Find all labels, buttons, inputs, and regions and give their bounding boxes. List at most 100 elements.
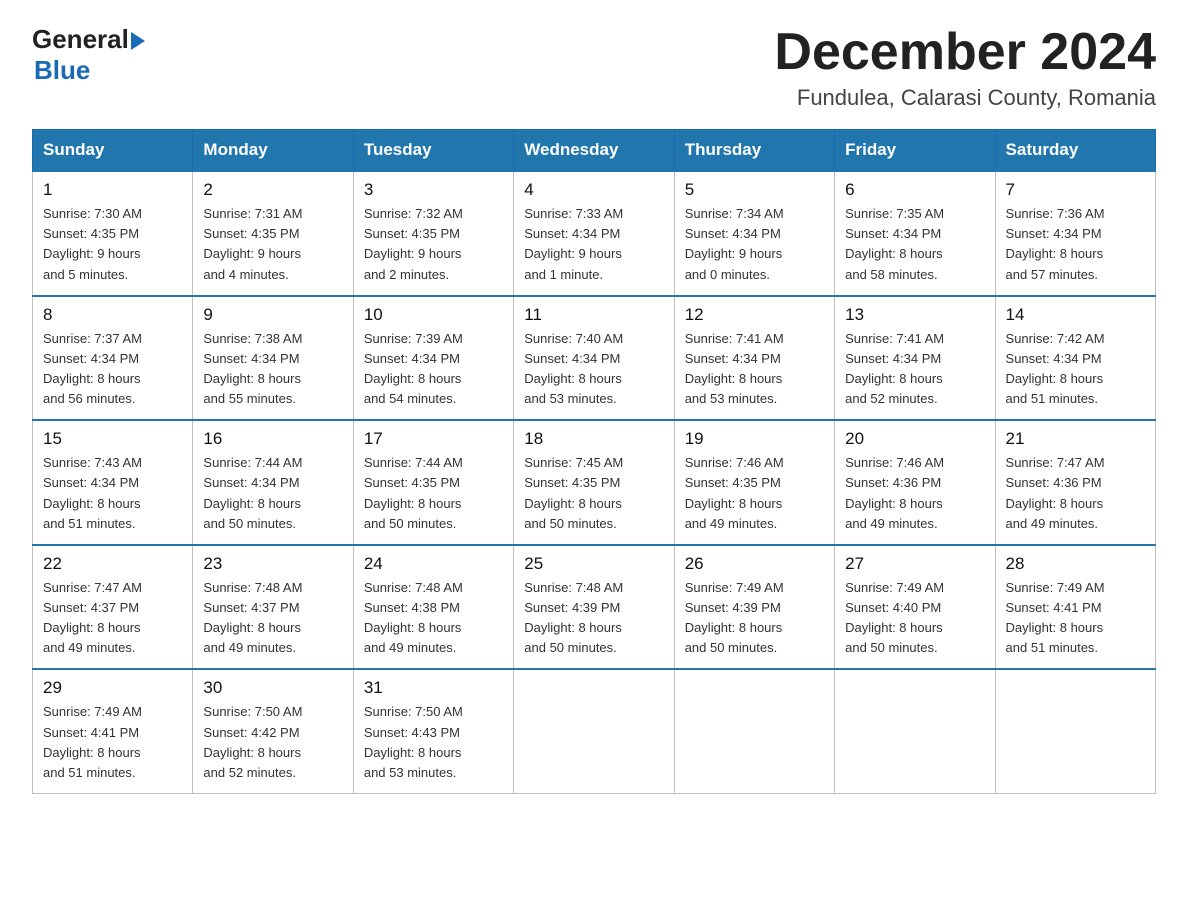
- day-info: Sunrise: 7:30 AMSunset: 4:35 PMDaylight:…: [43, 206, 142, 281]
- day-number: 30: [203, 678, 342, 698]
- calendar-cell: 15 Sunrise: 7:43 AMSunset: 4:34 PMDaylig…: [33, 420, 193, 545]
- calendar-cell: 4 Sunrise: 7:33 AMSunset: 4:34 PMDayligh…: [514, 171, 674, 296]
- calendar-cell: 17 Sunrise: 7:44 AMSunset: 4:35 PMDaylig…: [353, 420, 513, 545]
- day-info: Sunrise: 7:33 AMSunset: 4:34 PMDaylight:…: [524, 206, 623, 281]
- calendar-cell: 21 Sunrise: 7:47 AMSunset: 4:36 PMDaylig…: [995, 420, 1155, 545]
- day-header-saturday: Saturday: [995, 130, 1155, 172]
- day-number: 10: [364, 305, 503, 325]
- day-number: 19: [685, 429, 824, 449]
- calendar-table: SundayMondayTuesdayWednesdayThursdayFrid…: [32, 129, 1156, 794]
- day-info: Sunrise: 7:45 AMSunset: 4:35 PMDaylight:…: [524, 455, 623, 530]
- day-header-sunday: Sunday: [33, 130, 193, 172]
- calendar-cell: 19 Sunrise: 7:46 AMSunset: 4:35 PMDaylig…: [674, 420, 834, 545]
- day-info: Sunrise: 7:42 AMSunset: 4:34 PMDaylight:…: [1006, 331, 1105, 406]
- calendar-cell: 11 Sunrise: 7:40 AMSunset: 4:34 PMDaylig…: [514, 296, 674, 421]
- calendar-title: December 2024: [774, 24, 1156, 81]
- day-info: Sunrise: 7:37 AMSunset: 4:34 PMDaylight:…: [43, 331, 142, 406]
- day-info: Sunrise: 7:43 AMSunset: 4:34 PMDaylight:…: [43, 455, 142, 530]
- calendar-header-row: SundayMondayTuesdayWednesdayThursdayFrid…: [33, 130, 1156, 172]
- day-header-tuesday: Tuesday: [353, 130, 513, 172]
- calendar-cell: [514, 669, 674, 793]
- day-info: Sunrise: 7:35 AMSunset: 4:34 PMDaylight:…: [845, 206, 944, 281]
- day-info: Sunrise: 7:49 AMSunset: 4:41 PMDaylight:…: [1006, 580, 1105, 655]
- day-number: 14: [1006, 305, 1145, 325]
- calendar-week-row: 1 Sunrise: 7:30 AMSunset: 4:35 PMDayligh…: [33, 171, 1156, 296]
- day-header-friday: Friday: [835, 130, 995, 172]
- calendar-cell: 3 Sunrise: 7:32 AMSunset: 4:35 PMDayligh…: [353, 171, 513, 296]
- day-number: 25: [524, 554, 663, 574]
- day-number: 9: [203, 305, 342, 325]
- day-header-wednesday: Wednesday: [514, 130, 674, 172]
- calendar-cell: 30 Sunrise: 7:50 AMSunset: 4:42 PMDaylig…: [193, 669, 353, 793]
- day-number: 2: [203, 180, 342, 200]
- day-number: 6: [845, 180, 984, 200]
- day-number: 23: [203, 554, 342, 574]
- day-number: 16: [203, 429, 342, 449]
- calendar-cell: 9 Sunrise: 7:38 AMSunset: 4:34 PMDayligh…: [193, 296, 353, 421]
- calendar-cell: 27 Sunrise: 7:49 AMSunset: 4:40 PMDaylig…: [835, 545, 995, 670]
- day-number: 5: [685, 180, 824, 200]
- calendar-cell: 8 Sunrise: 7:37 AMSunset: 4:34 PMDayligh…: [33, 296, 193, 421]
- calendar-cell: 28 Sunrise: 7:49 AMSunset: 4:41 PMDaylig…: [995, 545, 1155, 670]
- day-number: 12: [685, 305, 824, 325]
- calendar-cell: 16 Sunrise: 7:44 AMSunset: 4:34 PMDaylig…: [193, 420, 353, 545]
- day-info: Sunrise: 7:50 AMSunset: 4:42 PMDaylight:…: [203, 704, 302, 779]
- calendar-cell: 29 Sunrise: 7:49 AMSunset: 4:41 PMDaylig…: [33, 669, 193, 793]
- calendar-cell: 18 Sunrise: 7:45 AMSunset: 4:35 PMDaylig…: [514, 420, 674, 545]
- day-number: 20: [845, 429, 984, 449]
- day-info: Sunrise: 7:48 AMSunset: 4:37 PMDaylight:…: [203, 580, 302, 655]
- day-number: 26: [685, 554, 824, 574]
- day-info: Sunrise: 7:48 AMSunset: 4:39 PMDaylight:…: [524, 580, 623, 655]
- calendar-cell: 23 Sunrise: 7:48 AMSunset: 4:37 PMDaylig…: [193, 545, 353, 670]
- calendar-cell: 6 Sunrise: 7:35 AMSunset: 4:34 PMDayligh…: [835, 171, 995, 296]
- calendar-cell: 12 Sunrise: 7:41 AMSunset: 4:34 PMDaylig…: [674, 296, 834, 421]
- day-header-monday: Monday: [193, 130, 353, 172]
- day-number: 28: [1006, 554, 1145, 574]
- calendar-cell: 31 Sunrise: 7:50 AMSunset: 4:43 PMDaylig…: [353, 669, 513, 793]
- day-number: 24: [364, 554, 503, 574]
- calendar-cell: 24 Sunrise: 7:48 AMSunset: 4:38 PMDaylig…: [353, 545, 513, 670]
- day-number: 11: [524, 305, 663, 325]
- calendar-cell: 7 Sunrise: 7:36 AMSunset: 4:34 PMDayligh…: [995, 171, 1155, 296]
- day-info: Sunrise: 7:46 AMSunset: 4:35 PMDaylight:…: [685, 455, 784, 530]
- day-number: 4: [524, 180, 663, 200]
- day-info: Sunrise: 7:50 AMSunset: 4:43 PMDaylight:…: [364, 704, 463, 779]
- day-info: Sunrise: 7:48 AMSunset: 4:38 PMDaylight:…: [364, 580, 463, 655]
- calendar-cell: 20 Sunrise: 7:46 AMSunset: 4:36 PMDaylig…: [835, 420, 995, 545]
- day-number: 29: [43, 678, 182, 698]
- calendar-cell: 26 Sunrise: 7:49 AMSunset: 4:39 PMDaylig…: [674, 545, 834, 670]
- day-info: Sunrise: 7:39 AMSunset: 4:34 PMDaylight:…: [364, 331, 463, 406]
- day-number: 18: [524, 429, 663, 449]
- calendar-cell: 14 Sunrise: 7:42 AMSunset: 4:34 PMDaylig…: [995, 296, 1155, 421]
- day-info: Sunrise: 7:31 AMSunset: 4:35 PMDaylight:…: [203, 206, 302, 281]
- day-info: Sunrise: 7:41 AMSunset: 4:34 PMDaylight:…: [685, 331, 784, 406]
- day-number: 22: [43, 554, 182, 574]
- calendar-cell: 22 Sunrise: 7:47 AMSunset: 4:37 PMDaylig…: [33, 545, 193, 670]
- logo: General Blue: [32, 24, 145, 86]
- calendar-week-row: 15 Sunrise: 7:43 AMSunset: 4:34 PMDaylig…: [33, 420, 1156, 545]
- day-info: Sunrise: 7:49 AMSunset: 4:40 PMDaylight:…: [845, 580, 944, 655]
- day-number: 15: [43, 429, 182, 449]
- calendar-cell: 13 Sunrise: 7:41 AMSunset: 4:34 PMDaylig…: [835, 296, 995, 421]
- day-header-thursday: Thursday: [674, 130, 834, 172]
- day-info: Sunrise: 7:49 AMSunset: 4:39 PMDaylight:…: [685, 580, 784, 655]
- calendar-week-row: 22 Sunrise: 7:47 AMSunset: 4:37 PMDaylig…: [33, 545, 1156, 670]
- day-info: Sunrise: 7:44 AMSunset: 4:35 PMDaylight:…: [364, 455, 463, 530]
- calendar-cell: [674, 669, 834, 793]
- calendar-week-row: 8 Sunrise: 7:37 AMSunset: 4:34 PMDayligh…: [33, 296, 1156, 421]
- day-info: Sunrise: 7:40 AMSunset: 4:34 PMDaylight:…: [524, 331, 623, 406]
- day-info: Sunrise: 7:47 AMSunset: 4:37 PMDaylight:…: [43, 580, 142, 655]
- calendar-cell: [835, 669, 995, 793]
- day-number: 27: [845, 554, 984, 574]
- calendar-cell: 2 Sunrise: 7:31 AMSunset: 4:35 PMDayligh…: [193, 171, 353, 296]
- day-number: 31: [364, 678, 503, 698]
- day-info: Sunrise: 7:38 AMSunset: 4:34 PMDaylight:…: [203, 331, 302, 406]
- day-number: 3: [364, 180, 503, 200]
- logo-general-text: General: [32, 24, 129, 55]
- calendar-cell: 25 Sunrise: 7:48 AMSunset: 4:39 PMDaylig…: [514, 545, 674, 670]
- day-number: 8: [43, 305, 182, 325]
- day-number: 17: [364, 429, 503, 449]
- day-info: Sunrise: 7:49 AMSunset: 4:41 PMDaylight:…: [43, 704, 142, 779]
- day-number: 13: [845, 305, 984, 325]
- logo-arrow-icon: [131, 32, 145, 50]
